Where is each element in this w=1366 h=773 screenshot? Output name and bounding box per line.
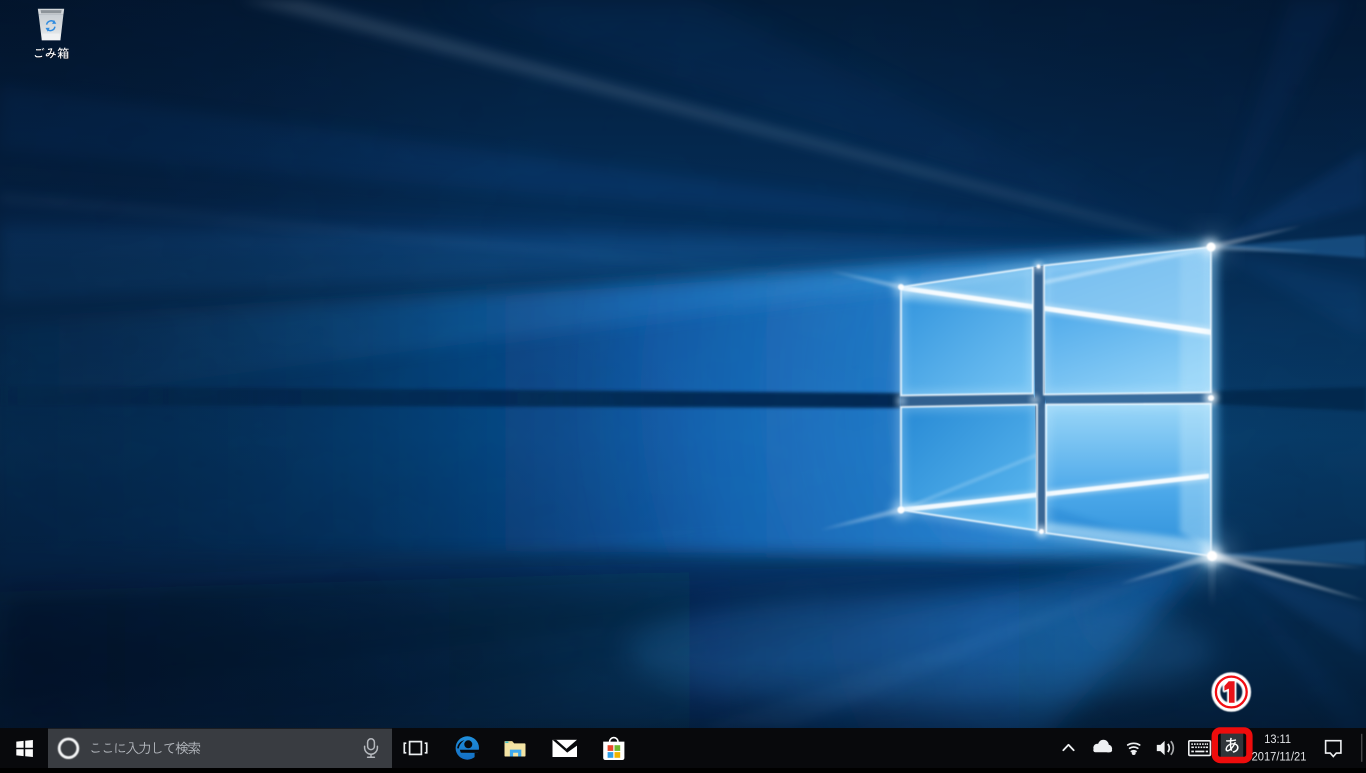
- svg-text:13:11: 13:11: [1264, 732, 1291, 746]
- svg-text:2017/11/21: 2017/11/21: [1252, 749, 1307, 763]
